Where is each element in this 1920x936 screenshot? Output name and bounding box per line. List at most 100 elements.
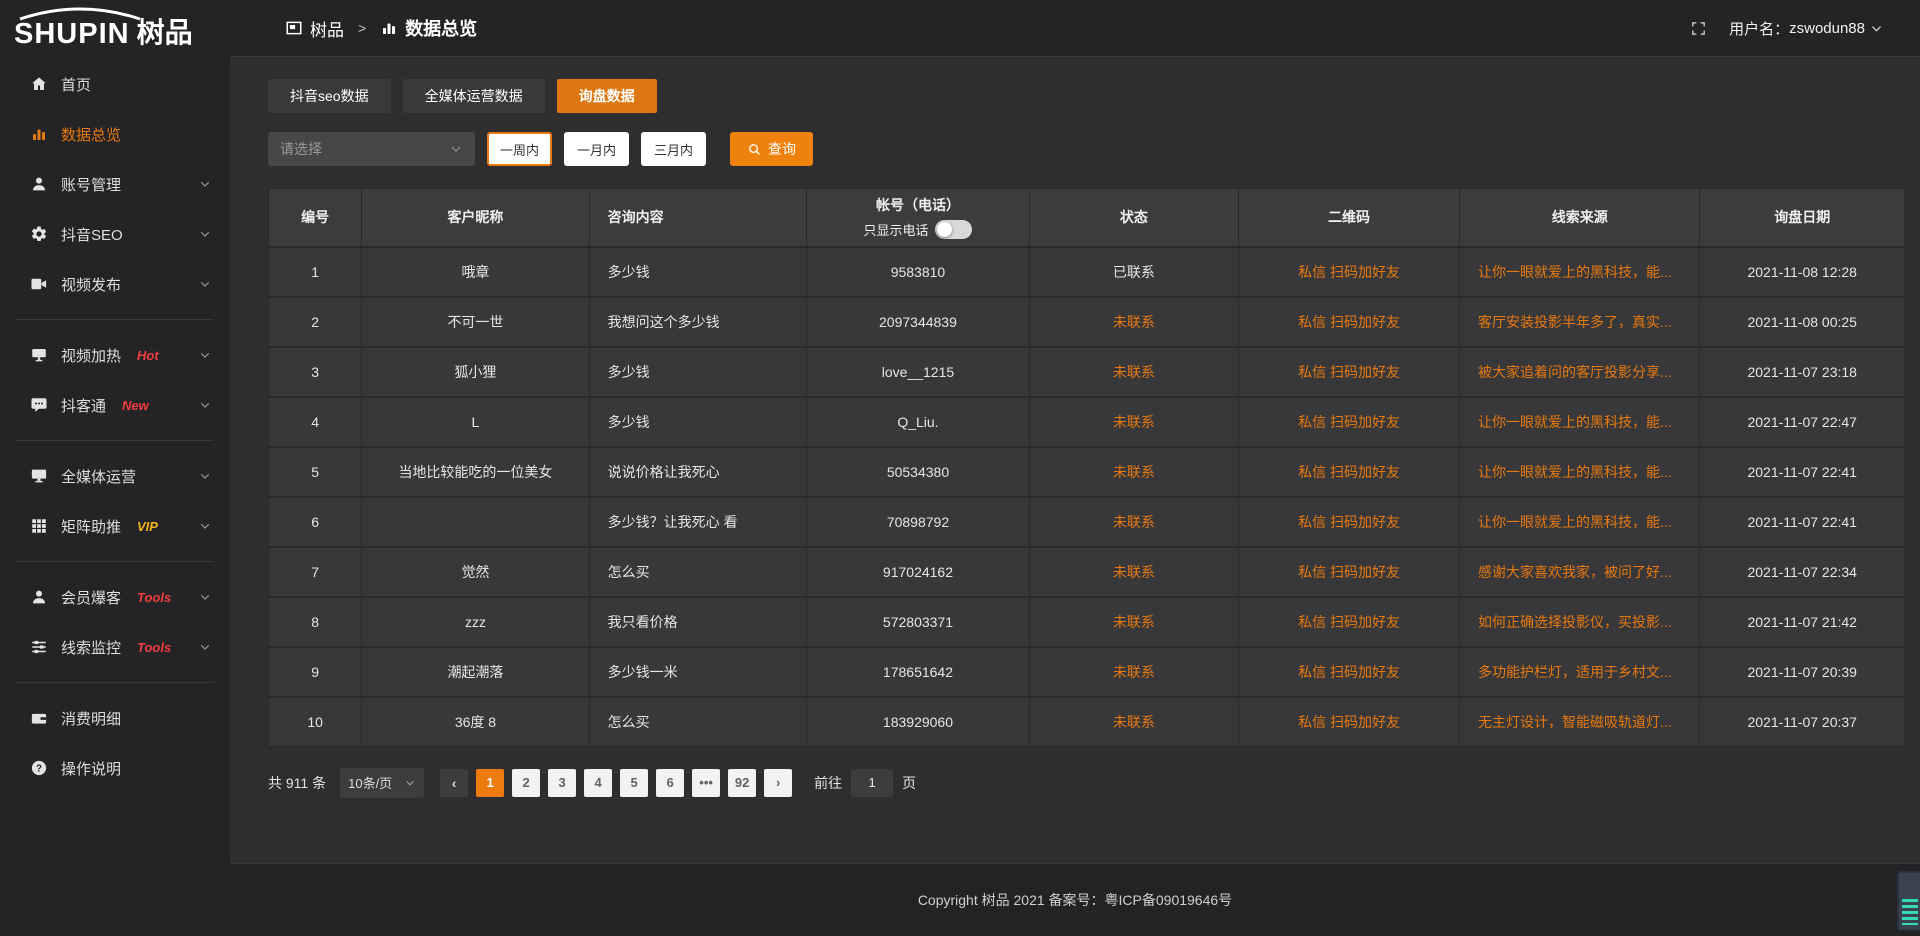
- sidebar-item-matrix-boost[interactable]: 矩阵助推 VIP: [0, 501, 230, 551]
- sidebar-item-consumption-detail[interactable]: 消费明细: [0, 693, 230, 743]
- chevron-down-icon: [198, 590, 212, 604]
- table-row: 10 36度 8 怎么买 183929060 未联系 私信 扫码加好友 无主灯设…: [269, 697, 1905, 747]
- inquiry-table: 编号客户昵称咨询内容帐号（电话）只显示电话状态二维码线索来源询盘日期 1 哦章 …: [268, 188, 1905, 748]
- page-size-select[interactable]: 10条/页: [340, 768, 424, 798]
- app-logo[interactable]: SHUPIN 树品: [0, 0, 230, 57]
- cell-source-link[interactable]: 多功能护栏灯，适用于乡村文...: [1459, 647, 1699, 697]
- cell-qr-links[interactable]: 私信 扫码加好友: [1239, 547, 1460, 597]
- cell-status: 已联系: [1029, 247, 1238, 297]
- cell-nickname: 36度 8: [362, 697, 589, 747]
- main-content: 抖音seo数据全媒体运营数据询盘数据 请选择 一周内一月内三月内 查询 编号客户…: [230, 57, 1920, 863]
- goto-page-input[interactable]: [851, 769, 893, 797]
- sidebar-item-account-management[interactable]: 账号管理: [0, 159, 230, 209]
- cell-qr-links[interactable]: 私信 扫码加好友: [1239, 447, 1460, 497]
- prev-page-button[interactable]: ‹: [440, 769, 468, 797]
- search-button[interactable]: 查询: [730, 132, 813, 166]
- sidebar-item-omni-media[interactable]: 全媒体运营: [0, 451, 230, 501]
- page-button-1[interactable]: 1: [476, 769, 504, 797]
- cell-id: 3: [269, 347, 362, 397]
- cell-id: 2: [269, 297, 362, 347]
- range-buttons: 一周内一月内三月内: [475, 132, 706, 166]
- cell-qr-links[interactable]: 私信 扫码加好友: [1239, 697, 1460, 747]
- table-row: 3 狐小狸 多少钱 love__1215 未联系 私信 扫码加好友 被大家追着问…: [269, 347, 1905, 397]
- cell-nickname: L: [362, 397, 589, 447]
- sidebar-item-label: 数据总览: [61, 124, 121, 145]
- cell-qr-links[interactable]: 私信 扫码加好友: [1239, 247, 1460, 297]
- sidebar-divider: [16, 319, 214, 320]
- cell-source-link[interactable]: 客厅安装投影半年多了，真实...: [1459, 297, 1699, 347]
- wallet-icon: [30, 709, 48, 727]
- tab-2[interactable]: 询盘数据: [557, 79, 657, 113]
- page-ellipsis-button[interactable]: •••: [692, 769, 720, 797]
- cell-qr-links[interactable]: 私信 扫码加好友: [1239, 347, 1460, 397]
- cell-status: 未联系: [1029, 547, 1238, 597]
- cell-qr-links[interactable]: 私信 扫码加好友: [1239, 647, 1460, 697]
- cell-source-link[interactable]: 让你一眼就爱上的黑科技，能...: [1459, 397, 1699, 447]
- range-button-1[interactable]: 一月内: [564, 132, 629, 166]
- range-button-2[interactable]: 三月内: [641, 132, 706, 166]
- sidebar-divider: [16, 440, 214, 441]
- page-button-3[interactable]: 3: [548, 769, 576, 797]
- sidebar-item-operation-guide[interactable]: ? 操作说明: [0, 743, 230, 793]
- page-button-6[interactable]: 6: [656, 769, 684, 797]
- sidebar-nav: 首页 数据总览 账号管理 抖音SEO 视频发布 视频加热 Hot 抖客通 New…: [0, 57, 230, 793]
- help-icon: ?: [30, 759, 48, 777]
- sidebar-item-video-publish[interactable]: 视频发布: [0, 259, 230, 309]
- sign-icon: [30, 346, 48, 364]
- sidebar-item-label: 视频发布: [61, 274, 121, 295]
- cell-source-link[interactable]: 如何正确选择投影仪，买投影...: [1459, 597, 1699, 647]
- page-button-92[interactable]: 92: [728, 769, 756, 797]
- cell-qr-links[interactable]: 私信 扫码加好友: [1239, 497, 1460, 547]
- cell-status: 未联系: [1029, 297, 1238, 347]
- column-header-3: 帐号（电话）只显示电话: [807, 189, 1029, 247]
- sidebar-item-label: 操作说明: [61, 758, 121, 779]
- cell-account: love__1215: [807, 347, 1029, 397]
- filter-select[interactable]: 请选择: [268, 132, 475, 166]
- cell-qr-links[interactable]: 私信 扫码加好友: [1239, 297, 1460, 347]
- cell-source-link[interactable]: 无主灯设计，智能磁吸轨道灯...: [1459, 697, 1699, 747]
- cell-source-link[interactable]: 被大家追着问的客厅投影分享...: [1459, 347, 1699, 397]
- tab-1[interactable]: 全媒体运营数据: [403, 79, 545, 113]
- cell-id: 5: [269, 447, 362, 497]
- sidebar-item-video-heating[interactable]: 视频加热 Hot: [0, 330, 230, 380]
- sidebar-item-label: 首页: [61, 74, 91, 95]
- cell-content: 怎么买: [589, 697, 807, 747]
- cell-source-link[interactable]: 感谢大家喜欢我家，被问了好...: [1459, 547, 1699, 597]
- table-row: 2 不可一世 我想问这个多少钱 2097344839 未联系 私信 扫码加好友 …: [269, 297, 1905, 347]
- cell-nickname: [362, 497, 589, 547]
- cell-date: 2021-11-07 20:37: [1700, 697, 1905, 747]
- gear-icon: [30, 225, 48, 243]
- sidebar-item-member-burst[interactable]: 会员爆客 Tools: [0, 572, 230, 622]
- cell-source-link[interactable]: 让你一眼就爱上的黑科技，能...: [1459, 247, 1699, 297]
- cell-account: 178651642: [807, 647, 1029, 697]
- breadcrumb-root[interactable]: 树品: [310, 16, 344, 41]
- topbar: 树品 > 数据总览 用户名： zswodun88: [230, 0, 1920, 57]
- fullscreen-icon[interactable]: [1690, 20, 1707, 37]
- tab-0[interactable]: 抖音seo数据: [268, 79, 391, 113]
- corner-widget[interactable]: [1897, 871, 1920, 931]
- sidebar-item-lead-monitor[interactable]: 线索监控 Tools: [0, 622, 230, 672]
- cell-qr-links[interactable]: 私信 扫码加好友: [1239, 397, 1460, 447]
- table-row: 8 zzz 我只看价格 572803371 未联系 私信 扫码加好友 如何正确选…: [269, 597, 1905, 647]
- cell-account: 70898792: [807, 497, 1029, 547]
- table-header-row: 编号客户昵称咨询内容帐号（电话）只显示电话状态二维码线索来源询盘日期: [269, 189, 1905, 247]
- cell-date: 2021-11-07 22:34: [1700, 547, 1905, 597]
- sidebar-item-douyin-seo[interactable]: 抖音SEO: [0, 209, 230, 259]
- sidebar-item-data-overview[interactable]: 数据总览: [0, 109, 230, 159]
- next-page-button[interactable]: ›: [764, 769, 792, 797]
- page-button-2[interactable]: 2: [512, 769, 540, 797]
- app-window: SHUPIN 树品 首页 数据总览 账号管理 抖音SEO 视频发布 视频加热 H…: [0, 0, 1920, 936]
- cell-qr-links[interactable]: 私信 扫码加好友: [1239, 597, 1460, 647]
- sidebar-item-douketong[interactable]: 抖客通 New: [0, 380, 230, 430]
- cell-source-link[interactable]: 让你一眼就爱上的黑科技，能...: [1459, 497, 1699, 547]
- sidebar-item-home[interactable]: 首页: [0, 59, 230, 109]
- user-menu[interactable]: 用户名： zswodun88: [1729, 18, 1884, 39]
- page-button-4[interactable]: 4: [584, 769, 612, 797]
- cell-source-link[interactable]: 让你一眼就爱上的黑科技，能...: [1459, 447, 1699, 497]
- page-button-5[interactable]: 5: [620, 769, 648, 797]
- range-button-0[interactable]: 一周内: [487, 132, 552, 166]
- cell-id: 8: [269, 597, 362, 647]
- column-header-1: 客户昵称: [362, 189, 589, 247]
- phone-only-toggle[interactable]: [935, 220, 972, 239]
- svg-text:?: ?: [36, 763, 42, 774]
